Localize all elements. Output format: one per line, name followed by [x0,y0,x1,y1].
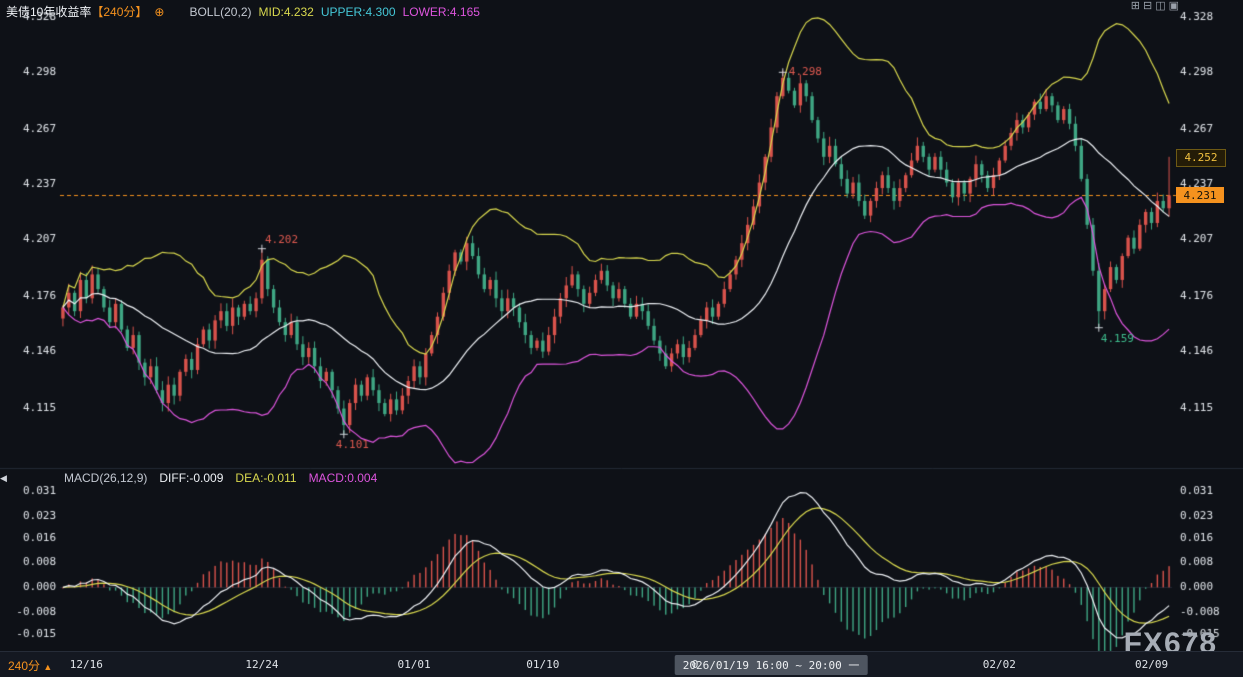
x-axis-label: 01/10 [526,658,559,671]
chart-legend: 美债10年收益率 【240分】 ⊕ BOLL(20,2) MID:4.232 U… [6,3,480,20]
price-label-4.231: 4.231 [1176,187,1224,203]
macd-params-label: MACD(26,12,9) [64,471,147,485]
x-axis-label: 01/01 [398,658,431,671]
x-axis-label: 12/16 [70,658,103,671]
add-indicator-icon[interactable]: ⊕ [154,5,164,19]
symbol-title: 美债10年收益率 [6,3,91,20]
x-axis-label: 12/24 [245,658,278,671]
time-axis: 240分 ▲ 2026/01/19 16:00 ~ 20:00 一 12/16 1… [0,651,1243,677]
x-axis-label: 02/09 [1135,658,1168,671]
boll-upper-value: UPPER:4.300 [321,5,396,19]
fullscreen-icon[interactable]: ▣ [1169,0,1179,13]
split-vertical-icon[interactable]: ◫ [1155,0,1165,13]
layout-grid-icon[interactable]: ⊞ [1131,0,1140,13]
macd-hist-value: MACD:0.004 [309,471,378,485]
macd-diff-value: DIFF:-0.009 [159,471,223,485]
window-controls: ⊞ ⊟ ◫ ▣ [1131,0,1179,13]
boll-mid-value: MID:4.232 [259,5,314,19]
macd-dea-value: DEA:-0.011 [235,471,296,485]
chart-window: 美债10年收益率 【240分】 ⊕ BOLL(20,2) MID:4.232 U… [0,0,1243,677]
up-triangle-icon: ▲ [43,662,52,672]
x-axis-label: 02/02 [983,658,1016,671]
boll-lower-value: LOWER:4.165 [403,5,480,19]
footer-timeframe: 240分 [8,659,40,673]
scroll-left-icon[interactable]: ◀ [0,473,7,484]
footer-timeframe-selector[interactable]: 240分 ▲ [8,657,52,674]
price-label-4.252: 4.252 [1176,149,1226,167]
boll-label: BOLL(20,2) [189,5,251,19]
split-horizontal-icon[interactable]: ⊟ [1143,0,1152,13]
macd-legend: MACD(26,12,9) DIFF:-0.009 DEA:-0.011 MAC… [64,471,377,485]
crosshair-time-label: 2026/01/19 16:00 ~ 20:00 一 [675,655,868,675]
timeframe-label: 【240分】 [91,3,147,20]
x-axis-label: 0 [692,658,699,671]
price-chart-canvas[interactable] [0,0,1243,677]
